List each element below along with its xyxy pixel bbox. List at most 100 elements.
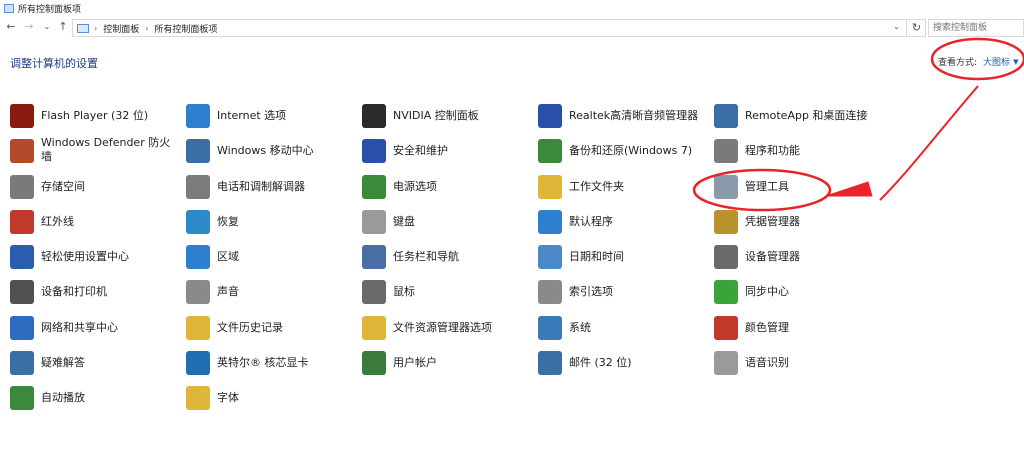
search-input[interactable] xyxy=(928,19,1024,37)
item-label: Windows Defender 防火墙 xyxy=(41,136,171,163)
control-panel-item[interactable]: 文件历史记录 xyxy=(186,312,358,345)
control-panel-item[interactable]: 红外线 xyxy=(10,206,182,239)
view-by-label: 查看方式: xyxy=(938,58,978,68)
control-panel-item[interactable]: 系统 xyxy=(538,312,710,345)
admin-tools-icon xyxy=(714,175,738,199)
forward-arrow-icon[interactable]: → xyxy=(22,20,36,34)
up-arrow-icon[interactable]: ↑ xyxy=(56,20,70,34)
mobility-icon xyxy=(186,139,210,163)
control-panel-item[interactable]: 邮件 (32 位) xyxy=(538,347,710,380)
recent-dropdown-icon[interactable]: ⌄ xyxy=(40,20,54,34)
control-panel-icon xyxy=(4,3,14,13)
date-time-icon xyxy=(538,245,562,269)
breadcrumb-separator-icon: › xyxy=(145,23,149,33)
control-panel-item[interactable]: 声音 xyxy=(186,276,358,309)
network-icon xyxy=(10,316,34,340)
control-panel-item[interactable]: 备份和还原(Windows 7) xyxy=(538,135,710,168)
taskbar-icon xyxy=(362,245,386,269)
realtek-icon xyxy=(538,104,562,128)
control-panel-item[interactable]: 字体 xyxy=(186,382,358,415)
item-label: 电话和调制解调器 xyxy=(217,180,305,193)
control-panel-item[interactable]: 文件资源管理器选项 xyxy=(362,312,534,345)
item-label: 索引选项 xyxy=(569,285,613,298)
item-label: 安全和维护 xyxy=(393,144,448,157)
control-panel-item[interactable]: 键盘 xyxy=(362,206,534,239)
control-panel-item[interactable]: 疑难解答 xyxy=(10,347,182,380)
control-panel-item[interactable]: 自动播放 xyxy=(10,382,182,415)
item-label: Windows 移动中心 xyxy=(217,144,314,157)
control-panel-item[interactable]: 颜色管理 xyxy=(714,312,886,345)
item-label: 网络和共享中心 xyxy=(41,321,118,334)
control-panel-item[interactable]: 程序和功能 xyxy=(714,135,886,168)
control-panel-item[interactable]: 网络和共享中心 xyxy=(10,312,182,345)
programs-icon xyxy=(714,139,738,163)
infrared-icon xyxy=(10,210,34,234)
control-panel-item[interactable]: 默认程序 xyxy=(538,206,710,239)
control-panel-item[interactable]: 索引选项 xyxy=(538,276,710,309)
control-panel-item[interactable]: 区域 xyxy=(186,241,358,274)
address-box[interactable]: › 控制面板 › 所有控制面板项 ⌄ xyxy=(72,19,907,37)
item-label: 设备管理器 xyxy=(745,250,800,263)
control-panel-item[interactable]: RemoteApp 和桌面连接 xyxy=(714,100,886,133)
page-title: 调整计算机的设置 xyxy=(10,57,98,70)
control-panel-item[interactable]: 英特尔® 核芯显卡 xyxy=(186,347,358,380)
work-folders-icon xyxy=(538,175,562,199)
item-label: Internet 选项 xyxy=(217,109,287,122)
system-icon xyxy=(538,316,562,340)
item-label: 红外线 xyxy=(41,215,74,228)
control-panel-item[interactable]: 恢复 xyxy=(186,206,358,239)
refresh-icon[interactable]: ↻ xyxy=(908,19,926,37)
item-label: 恢复 xyxy=(217,215,239,228)
item-label: 同步中心 xyxy=(745,285,789,298)
view-by-dropdown[interactable]: 大图标 xyxy=(983,55,1010,68)
control-panel-item[interactable]: 凭据管理器 xyxy=(714,206,886,239)
control-panel-item[interactable]: 工作文件夹 xyxy=(538,171,710,204)
control-panel-item[interactable]: NVIDIA 控制面板 xyxy=(362,100,534,133)
internet-icon xyxy=(186,104,210,128)
control-panel-item[interactable]: 鼠标 xyxy=(362,276,534,309)
breadcrumb-item[interactable]: 所有控制面板项 xyxy=(154,22,217,35)
chevron-down-icon[interactable]: ▼ xyxy=(1013,58,1018,66)
address-dropdown-icon[interactable]: ⌄ xyxy=(893,22,900,31)
control-panel-item[interactable]: Windows Defender 防火墙 xyxy=(10,135,180,168)
control-panel-item[interactable]: 轻松使用设置中心 xyxy=(10,241,182,274)
control-panel-item[interactable]: 设备管理器 xyxy=(714,241,886,274)
file-history-icon xyxy=(186,316,210,340)
control-panel-item[interactable]: 日期和时间 xyxy=(538,241,710,274)
troubleshoot-icon xyxy=(10,351,34,375)
control-panel-item[interactable]: 任务栏和导航 xyxy=(362,241,534,274)
control-panel-item[interactable]: Internet 选项 xyxy=(186,100,358,133)
control-panel-item[interactable]: 电源选项 xyxy=(362,171,534,204)
control-panel-item[interactable]: 语音识别 xyxy=(714,347,886,380)
control-panel-item[interactable]: Flash Player (32 位) xyxy=(10,100,182,133)
control-panel-item[interactable]: 用户帐户 xyxy=(362,347,534,380)
nvidia-icon xyxy=(362,104,386,128)
item-label: 语音识别 xyxy=(745,356,789,369)
breadcrumb-item[interactable]: 控制面板 xyxy=(103,22,139,35)
item-label: 字体 xyxy=(217,391,239,404)
control-panel-item[interactable]: 设备和打印机 xyxy=(10,276,182,309)
view-by: 查看方式: 大图标 ▼ xyxy=(938,55,1018,69)
color-management-icon xyxy=(714,316,738,340)
ease-of-access-icon xyxy=(10,245,34,269)
control-panel-item[interactable]: 电话和调制解调器 xyxy=(186,171,358,204)
autoplay-icon xyxy=(10,386,34,410)
control-panel-item[interactable]: Windows 移动中心 xyxy=(186,135,358,168)
item-label: 区域 xyxy=(217,250,239,263)
control-panel-item[interactable]: 安全和维护 xyxy=(362,135,534,168)
backup-icon xyxy=(538,139,562,163)
flash-icon xyxy=(10,104,34,128)
control-panel-item[interactable]: Realtek高清晰音频管理器 xyxy=(538,100,710,133)
remoteapp-icon xyxy=(714,104,738,128)
item-label: 鼠标 xyxy=(393,285,415,298)
control-panel-item[interactable]: 同步中心 xyxy=(714,276,886,309)
control-panel-item[interactable]: 管理工具 xyxy=(714,171,886,204)
window-title: 所有控制面板项 xyxy=(18,4,82,15)
default-programs-icon xyxy=(538,210,562,234)
item-label: 工作文件夹 xyxy=(569,180,624,193)
back-arrow-icon[interactable]: ← xyxy=(4,20,18,34)
user-accounts-icon xyxy=(362,351,386,375)
item-label: 文件历史记录 xyxy=(217,321,283,334)
control-panel-item[interactable]: 存储空间 xyxy=(10,171,182,204)
item-label: 管理工具 xyxy=(745,180,789,193)
